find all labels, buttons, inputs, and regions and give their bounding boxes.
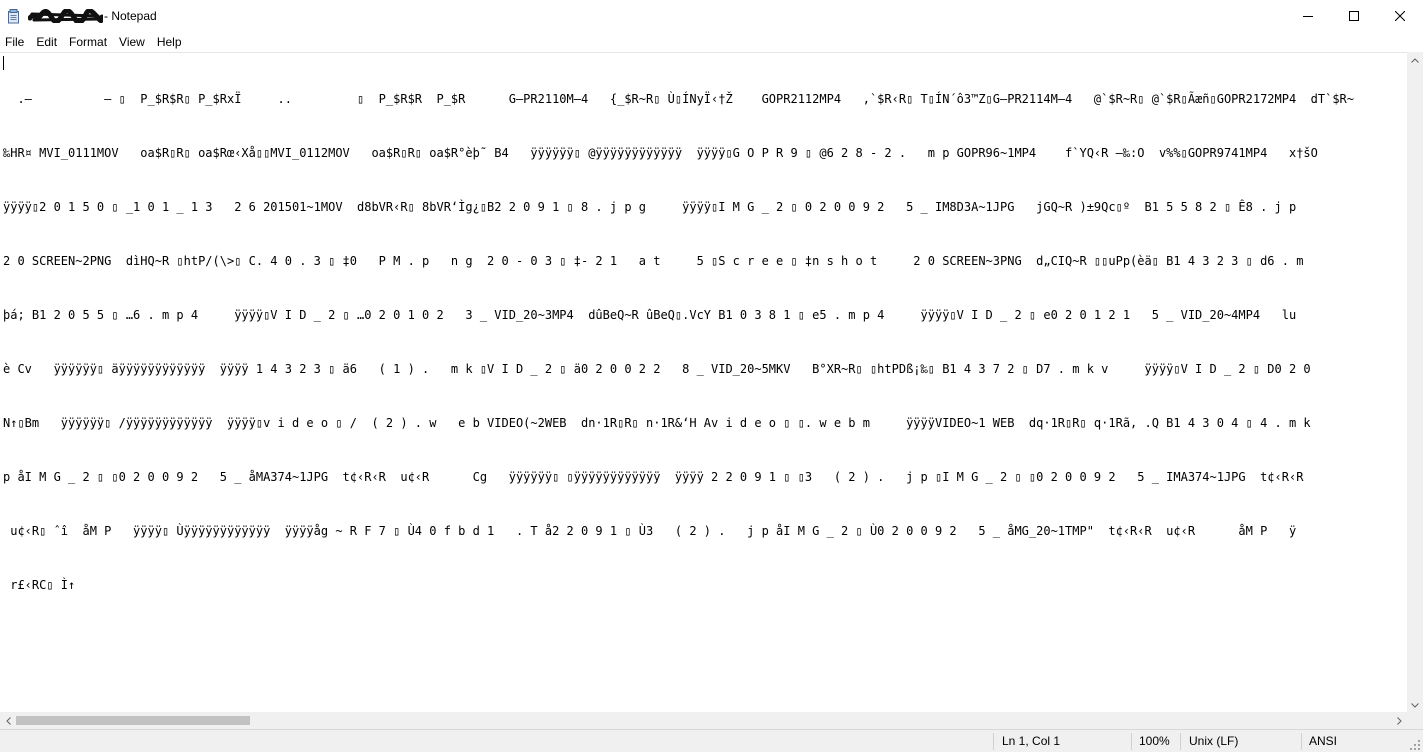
title-bar[interactable]: - Notepad xyxy=(0,0,1423,32)
menu-edit[interactable]: Edit xyxy=(30,32,63,52)
scroll-right-arrow-icon[interactable] xyxy=(1391,712,1407,729)
editor-line: þá; B1 2 0 5 5 ▯ …6 . m p 4 ÿÿÿÿ▯V I D _… xyxy=(3,308,1297,322)
text-caret xyxy=(3,56,4,70)
editor-line: r£‹RC▯ Ì↑ xyxy=(3,578,76,592)
scroll-left-arrow-icon[interactable] xyxy=(0,712,16,729)
horizontal-scroll-thumb[interactable] xyxy=(16,716,250,725)
status-separator xyxy=(1131,733,1132,750)
redacted-filename-scribble xyxy=(27,8,105,25)
status-separator xyxy=(1180,733,1181,750)
close-icon xyxy=(1395,11,1405,21)
window-title: - Notepad xyxy=(104,9,157,23)
minimize-button[interactable] xyxy=(1285,0,1331,32)
maximize-button[interactable] xyxy=(1331,0,1377,32)
editor-line: p åI M G _ 2 ▯ ▯0 2 0 0 9 2 5 _ åMA374~1… xyxy=(3,470,1304,484)
editor-line: N↑▯Bm ÿÿÿÿÿÿ▯ /ÿÿÿÿÿÿÿÿÿÿÿÿ ÿÿÿÿ▯v i d e… xyxy=(3,416,1311,430)
scroll-down-arrow-icon[interactable] xyxy=(1407,697,1423,713)
maximize-icon xyxy=(1349,11,1359,21)
zoom-level: 100% xyxy=(1139,734,1170,748)
text-editor[interactable]: .– – ▯ P_$R$R▯ P_$RxÏ .. ▯ P_$R$R P_$R G… xyxy=(0,52,1407,714)
scroll-up-arrow-icon[interactable] xyxy=(1407,52,1423,68)
status-separator xyxy=(1301,733,1302,750)
editor-line: è Cv ÿÿÿÿÿÿ▯ äÿÿÿÿÿÿÿÿÿÿÿÿ ÿÿÿÿ 1 4 3 2 … xyxy=(3,362,1311,376)
editor-line: 2 0 SCREEN~2PNG dìHQ~R ▯htP/(\>▯ C. 4 0 … xyxy=(3,254,1304,268)
editor-line: u¢‹R▯ ˆî åM P ÿÿÿÿ▯ Ùÿÿÿÿÿÿÿÿÿÿÿÿ ÿÿÿÿåg… xyxy=(3,524,1297,538)
cursor-position: Ln 1, Col 1 xyxy=(1002,734,1061,748)
menu-bar: File Edit Format View Help xyxy=(0,32,1423,52)
notepad-icon[interactable] xyxy=(7,9,21,24)
menu-view[interactable]: View xyxy=(113,32,151,52)
editor-line: ÿÿÿÿ▯2 0 1 5 0 ▯ _1 0 1 _ 1 3 2 6 201501… xyxy=(3,200,1297,214)
text-encoding: ANSI xyxy=(1309,734,1338,748)
line-ending-type: Unix (LF) xyxy=(1189,734,1239,748)
notepad-window: - Notepad File Edit Format View Help .– xyxy=(0,0,1423,752)
close-button[interactable] xyxy=(1377,0,1423,32)
editor-content: .– – ▯ P_$R$R▯ P_$RxÏ .. ▯ P_$R$R P_$R G… xyxy=(3,54,1354,630)
horizontal-scrollbar[interactable] xyxy=(0,712,1407,729)
vertical-scrollbar[interactable] xyxy=(1407,52,1423,713)
minimize-icon xyxy=(1303,11,1313,21)
menu-format[interactable]: Format xyxy=(63,32,113,52)
menu-help[interactable]: Help xyxy=(151,32,188,52)
resize-grip-icon[interactable] xyxy=(1409,738,1421,750)
editor-line: .– – ▯ P_$R$R▯ P_$RxÏ .. ▯ P_$R$R P_$R G… xyxy=(3,92,1355,106)
scrollbar-corner xyxy=(1407,712,1423,729)
status-separator xyxy=(993,733,994,750)
editor-line: ‰HR¤ MVI_0111MOV oa$R▯R▯ oa$Rœ‹Xå▯▯MVI_0… xyxy=(3,146,1318,160)
menu-file[interactable]: File xyxy=(0,32,30,52)
status-bar: Ln 1, Col 1 100% Unix (LF) ANSI xyxy=(0,729,1423,752)
